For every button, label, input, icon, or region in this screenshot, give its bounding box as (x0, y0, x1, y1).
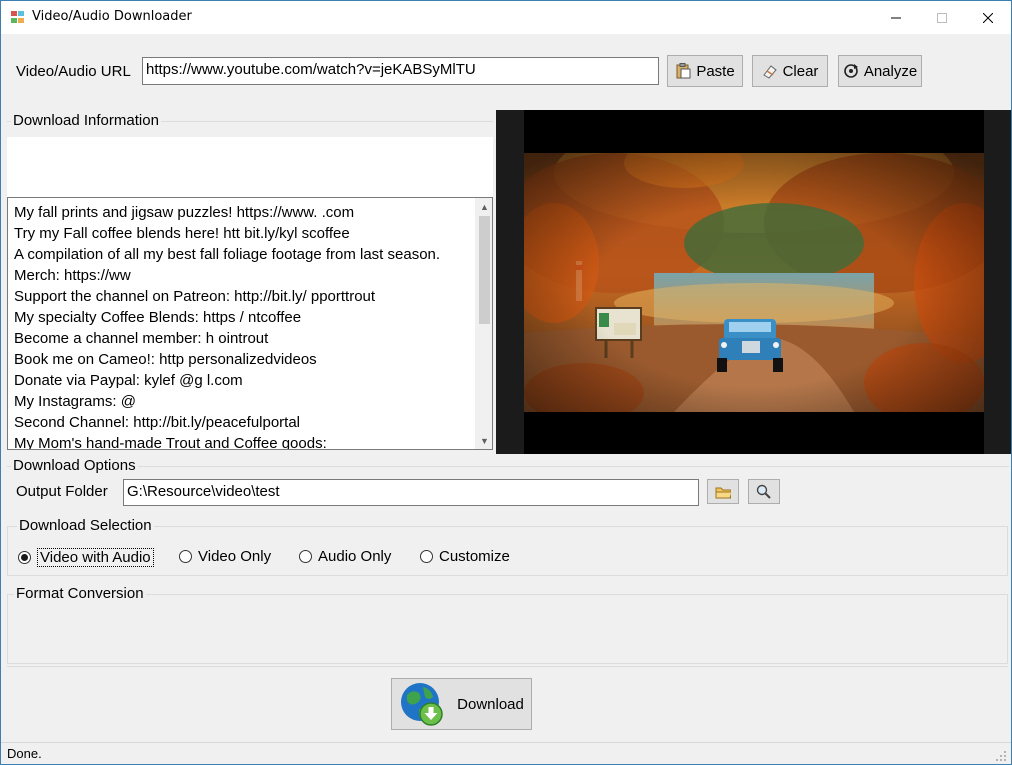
close-icon (983, 12, 993, 23)
download-info-title: Download Information (11, 112, 161, 129)
main-window: Video/Audio Downloader Video/Audio URL h… (0, 0, 1012, 765)
video-thumbnail-preview (496, 110, 1011, 454)
radio-label: Customize (439, 548, 510, 565)
radio-video-only[interactable]: Video Only (179, 548, 271, 565)
refresh-icon (843, 63, 859, 79)
description-lines: My fall prints and jigsaw puzzles! https… (14, 202, 474, 450)
radio-label: Video Only (198, 548, 272, 565)
radio-customize[interactable]: Customize (420, 548, 510, 565)
description-line: Book me on Cameo!: http personalizedvide… (14, 351, 317, 368)
radio-video-with-audio[interactable]: Video with Audio (18, 548, 154, 567)
radio-audio-only[interactable]: Audio Only (299, 548, 391, 565)
format-conversion-title: Format Conversion (14, 585, 146, 602)
paste-button[interactable]: Paste (667, 55, 743, 87)
download-label: Download (457, 695, 524, 713)
download-options-divider (7, 466, 1009, 467)
description-line: My specialty Coffee Blends: https / ntco… (14, 309, 302, 326)
preview-letterbox-left (496, 110, 524, 454)
radio-checked-icon (18, 551, 31, 564)
radio-unchecked-icon (179, 550, 192, 563)
clear-button[interactable]: Clear (752, 55, 828, 87)
url-input[interactable]: https://www.youtube.com/watch?v=jeKABSyM… (142, 57, 659, 85)
clear-label: Clear (782, 62, 819, 80)
minimize-icon (891, 17, 901, 18)
app-icon (11, 11, 25, 24)
clipboard-icon (675, 63, 691, 79)
description-line: Merch: https://ww (14, 267, 131, 284)
radio-unchecked-icon (420, 550, 433, 563)
bottom-divider (7, 666, 1008, 667)
magnifier-icon (756, 484, 772, 500)
description-line: Become a channel member: h ointrout (14, 330, 269, 347)
minimize-button[interactable] (873, 1, 919, 34)
analyze-button[interactable]: Analyze (838, 55, 922, 87)
download-selection-title: Download Selection (17, 517, 154, 534)
description-line: Second Channel: http://bit.ly/peacefulpo… (14, 414, 301, 431)
close-button[interactable] (965, 1, 1011, 34)
description-scrollbar[interactable]: ▲ ▼ (475, 198, 492, 449)
preview-letterbox-right (984, 110, 1011, 454)
radio-label: Audio Only (318, 548, 392, 565)
description-textbox[interactable]: My fall prints and jigsaw puzzles! https… (7, 197, 493, 450)
scroll-up-icon[interactable]: ▲ (476, 198, 492, 215)
download-options-title: Download Options (11, 457, 138, 474)
paste-label: Paste (696, 62, 735, 80)
download-button[interactable]: Download (391, 678, 532, 730)
description-line: Donate via Paypal: kylef @g l.com (14, 372, 243, 389)
radio-label: Video with Audio (37, 548, 154, 567)
browse-folder-button[interactable] (707, 479, 739, 504)
title-bar[interactable]: Video/Audio Downloader (1, 1, 1011, 34)
description-line: Try my Fall coffee blends here! htt bit.… (14, 225, 350, 242)
radio-unchecked-icon (299, 550, 312, 563)
output-folder-label: Output Folder (16, 483, 108, 500)
output-folder-input[interactable]: G:\Resource\video\test (123, 479, 699, 506)
description-line: My Instagrams: @ (14, 393, 136, 410)
maximize-button[interactable] (919, 1, 965, 34)
resize-grip-icon[interactable] (995, 749, 1007, 761)
thumbnail-image (524, 153, 984, 412)
description-line: My fall prints and jigsaw puzzles! https… (14, 204, 355, 221)
open-folder-button[interactable] (748, 479, 780, 504)
analyze-label: Analyze (863, 62, 918, 80)
window-title: Video/Audio Downloader (32, 9, 192, 24)
format-conversion-group (7, 594, 1008, 664)
description-line: My Mom's hand-made Trout and Coffee good… (14, 435, 327, 450)
status-bar: Done. (1, 742, 1011, 764)
url-label: Video/Audio URL (16, 63, 131, 80)
description-line: Support the channel on Patreon: http://b… (14, 288, 376, 305)
maximize-icon (937, 12, 947, 23)
download-globe-icon (399, 681, 445, 727)
scroll-down-icon[interactable]: ▼ (476, 432, 492, 449)
scroll-thumb[interactable] (479, 216, 490, 324)
status-text: Done. (7, 746, 42, 761)
info-title-area (7, 137, 493, 197)
folder-icon (715, 484, 731, 500)
eraser-icon (762, 63, 778, 79)
description-line: A compilation of all my best fall foliag… (14, 246, 441, 263)
